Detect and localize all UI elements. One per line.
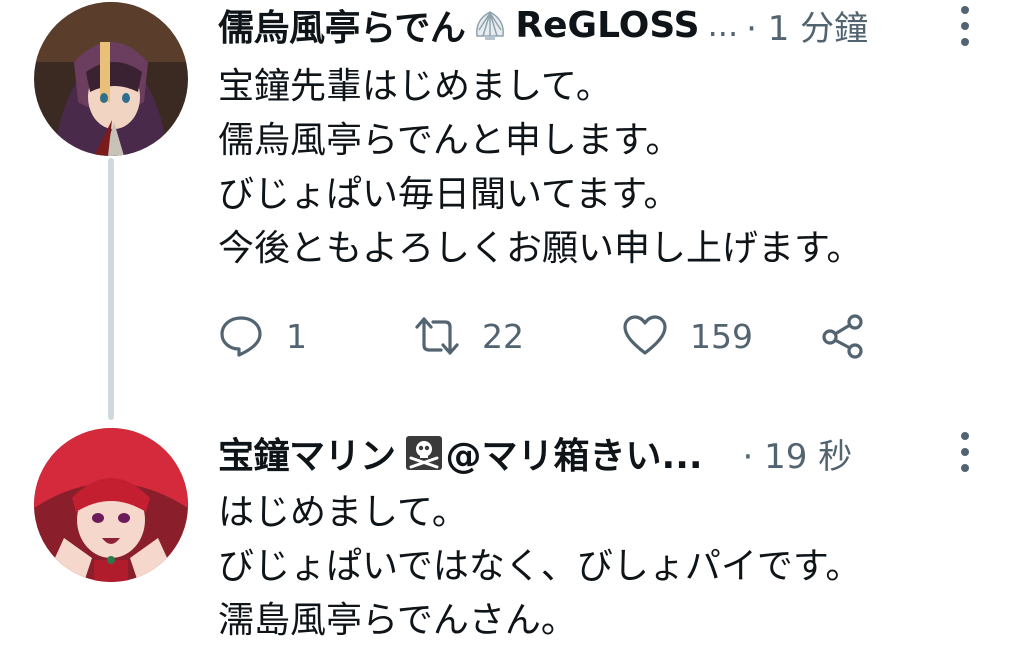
reply-icon bbox=[220, 316, 262, 357]
retweet-icon bbox=[415, 317, 459, 355]
timestamp[interactable]: · 19 秒 bbox=[743, 429, 853, 478]
truncation-ellipsis: ... bbox=[707, 6, 739, 44]
like-count: 159 bbox=[690, 316, 753, 356]
more-options-icon[interactable] bbox=[958, 432, 972, 472]
reply-count: 1 bbox=[286, 316, 307, 356]
tweet-text-line: びじょぱいではなく、びしょパイです。 bbox=[218, 546, 862, 587]
tweet-text-line: はじめまして。 bbox=[218, 492, 468, 533]
avatar-image bbox=[34, 2, 188, 156]
heart-icon bbox=[623, 315, 667, 355]
tweet-text-line: 儒烏風亭らでんと申します。 bbox=[218, 120, 682, 161]
tweet-text-line: 宝鐘先輩はじめまして。 bbox=[218, 66, 612, 107]
share-button[interactable] bbox=[820, 308, 866, 364]
tweet-header: 儒烏風亭らでん ReGLOSS ... · 1 分鐘 bbox=[218, 0, 928, 50]
thread-connector-line bbox=[108, 158, 114, 420]
username-handle[interactable]: ReGLOSS bbox=[515, 5, 699, 46]
timestamp[interactable]: · 1 分鐘 bbox=[746, 1, 868, 50]
tweet-text-line: 今後ともよろしくお願い申し上げます。 bbox=[218, 228, 863, 269]
reply-button[interactable]: 1 bbox=[218, 308, 307, 364]
avatar[interactable] bbox=[34, 2, 188, 156]
like-button[interactable]: 159 bbox=[622, 308, 753, 364]
skull-crossbones-icon bbox=[402, 434, 442, 472]
retweet-count: 22 bbox=[482, 316, 524, 356]
username-handle[interactable]: @マリ箱きい... bbox=[446, 428, 703, 478]
avatar-image bbox=[34, 428, 188, 582]
tweet-text: はじめまして。 びじょぱいではなく、びしょパイです。 濡島風亭らでんさん。 bbox=[218, 486, 861, 648]
display-name[interactable]: 儒烏風亭らでん bbox=[218, 0, 466, 50]
tweet-actions: 1 22 159 bbox=[218, 308, 898, 364]
display-name[interactable]: 宝鐘マリン bbox=[218, 428, 396, 478]
share-icon bbox=[822, 314, 863, 359]
retweet-button[interactable]: 22 bbox=[414, 308, 524, 364]
seashell-icon bbox=[471, 6, 509, 44]
avatar[interactable] bbox=[34, 428, 188, 582]
tweet-header: 宝鐘マリン @マリ箱きい... · 19 秒 bbox=[218, 428, 928, 478]
tweet-text-line: びじょぱい毎日聞いてます。 bbox=[218, 174, 680, 215]
tweet-text: 宝鐘先輩はじめまして。 儒烏風亭らでんと申します。 びじょぱい毎日聞いてます。 … bbox=[218, 60, 862, 276]
tweet-text-line: 濡島風亭らでんさん。 bbox=[218, 600, 577, 641]
more-options-icon[interactable] bbox=[958, 6, 972, 46]
